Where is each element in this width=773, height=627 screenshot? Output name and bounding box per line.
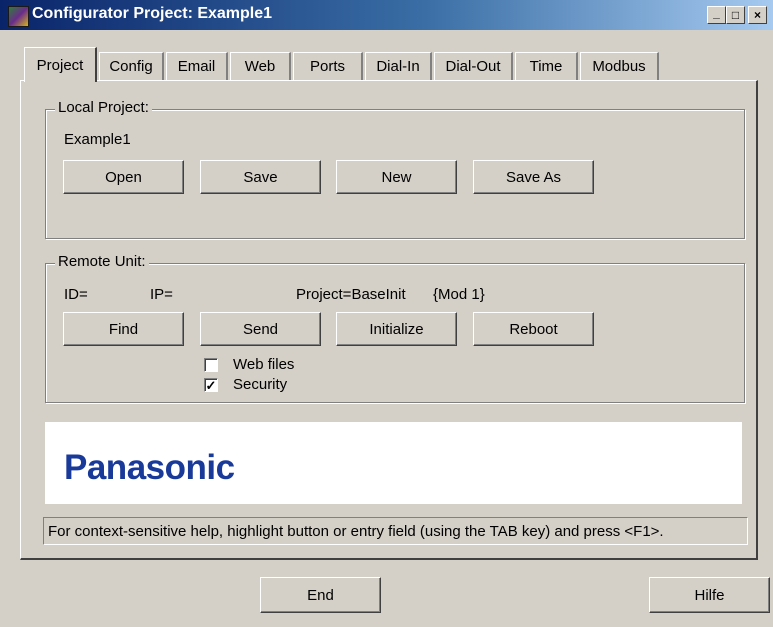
tab-label: Config [109,58,153,75]
tab-label: Email [177,58,216,75]
help-button[interactable]: Hilfe [649,577,770,613]
window-title: Configurator Project: Example1 [32,5,273,22]
tab-label: Dial-Out [445,58,501,75]
tab-label: Time [529,58,563,75]
tab-label: Dial-In [376,58,420,75]
send-button[interactable]: Send [200,312,321,346]
tab-project[interactable]: Project [24,47,97,82]
remote-unit-legend: Remote Unit: [55,253,149,270]
tab-label: Project [36,56,84,74]
local-project-legend: Local Project: [55,99,152,116]
title-bar[interactable]: Configurator Project: Example1 _ □ × [0,0,773,30]
find-button[interactable]: Find [63,312,184,346]
tab-label: Ports [309,58,345,75]
security-checkbox[interactable]: ✓ [204,378,218,392]
minimize-button[interactable]: _ [707,6,726,24]
tab-email[interactable]: Email [166,52,228,80]
app-icon [8,6,29,27]
help-text: For context-sensitive help, highlight bu… [48,522,664,540]
remote-module-label: {Mod 1} [433,286,485,303]
tab-dial-out[interactable]: Dial-Out [434,52,513,80]
close-icon: × [753,8,761,22]
new-button[interactable]: New [336,160,457,194]
maximize-button[interactable]: □ [726,6,745,24]
remote-ip-label: IP= [150,286,173,303]
tab-config[interactable]: Config [99,52,164,80]
security-label: Security [233,376,288,393]
tab-dial-in[interactable]: Dial-In [365,52,432,80]
maximize-icon: □ [731,8,740,22]
remote-project-label: Project=BaseInit [296,286,406,303]
save-as-button[interactable]: Save As [473,160,594,194]
tab-web[interactable]: Web [230,52,291,80]
reboot-button[interactable]: Reboot [473,312,594,346]
tab-modbus[interactable]: Modbus [580,52,659,80]
save-button[interactable]: Save [200,160,321,194]
checkmark-icon: ✓ [205,377,217,393]
tab-time[interactable]: Time [515,52,578,80]
web-files-checkbox[interactable] [204,358,218,372]
initialize-button[interactable]: Initialize [336,312,457,346]
remote-id-label: ID= [64,286,88,303]
tab-label: Modbus [592,58,646,75]
help-status-bar: For context-sensitive help, highlight bu… [43,517,748,545]
minimize-icon: _ [713,6,720,20]
web-files-label: Web files [233,356,295,373]
panasonic-logo: Panasonic [64,448,235,487]
end-button[interactable]: End [260,577,381,613]
tab-ports[interactable]: Ports [293,52,363,80]
tab-label: Web [244,58,276,75]
close-button[interactable]: × [748,6,767,24]
local-project-name: Example1 [64,131,131,148]
open-button[interactable]: Open [63,160,184,194]
